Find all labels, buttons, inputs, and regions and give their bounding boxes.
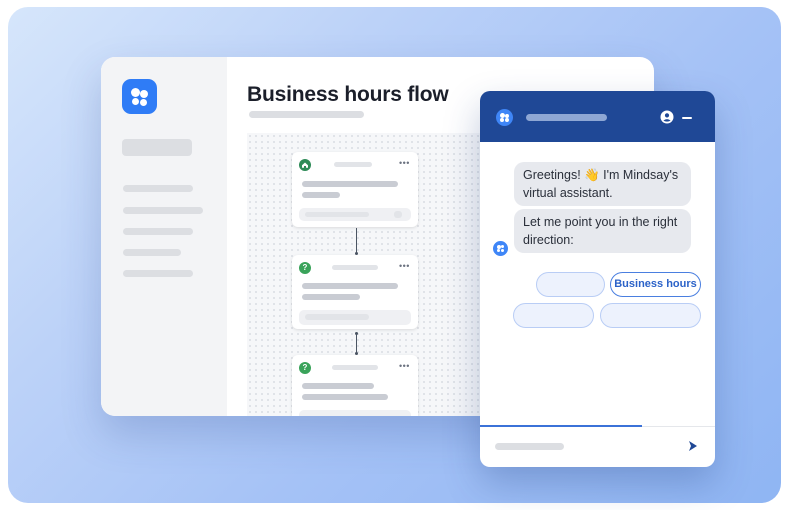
page-title: Business hours flow <box>247 83 449 106</box>
more-options-icon[interactable]: ••• <box>399 159 410 168</box>
minimize-icon[interactable] <box>682 117 692 119</box>
mindsay-logo-icon <box>496 109 513 126</box>
sidebar <box>101 57 227 416</box>
quick-reply-business-hours[interactable]: Business hours <box>610 272 701 297</box>
chat-input[interactable] <box>495 443 564 450</box>
send-icon[interactable] <box>688 440 698 452</box>
flow-connector <box>356 333 357 353</box>
sidebar-item[interactable] <box>123 207 203 214</box>
sidebar-item[interactable] <box>123 249 181 256</box>
page-subtitle-placeholder <box>249 111 364 118</box>
user-icon[interactable] <box>660 110 674 124</box>
chat-input-focus-line <box>480 425 642 427</box>
flow-node-question[interactable]: ? ••• <box>292 255 418 329</box>
quick-reply-button[interactable] <box>600 303 701 328</box>
flow-node-question[interactable]: ? ••• <box>292 355 418 416</box>
flow-node-start[interactable]: ••• <box>292 152 418 227</box>
chat-widget: Greetings! 👋 I'm Mindsay's virtual assis… <box>480 91 715 467</box>
mindsay-logo-icon[interactable] <box>122 79 157 114</box>
quick-reply-button[interactable] <box>536 272 605 297</box>
home-icon <box>299 159 311 171</box>
chat-message-bot: Let me point you in the right direction: <box>514 209 691 253</box>
flow-connector <box>356 228 357 253</box>
question-icon: ? <box>299 362 311 374</box>
sidebar-item[interactable] <box>123 185 193 192</box>
sidebar-item[interactable] <box>123 270 193 277</box>
sidebar-item[interactable] <box>123 228 193 235</box>
chat-message-bot: Greetings! 👋 I'm Mindsay's virtual assis… <box>514 162 691 206</box>
more-options-icon[interactable]: ••• <box>399 362 410 371</box>
question-icon: ? <box>299 262 311 274</box>
more-options-icon[interactable]: ••• <box>399 262 410 271</box>
sidebar-primary-item[interactable] <box>122 139 192 156</box>
chat-header <box>480 91 715 142</box>
quick-reply-button[interactable] <box>513 303 594 328</box>
chat-header-title-placeholder <box>526 114 607 121</box>
bot-avatar-icon <box>493 241 508 256</box>
